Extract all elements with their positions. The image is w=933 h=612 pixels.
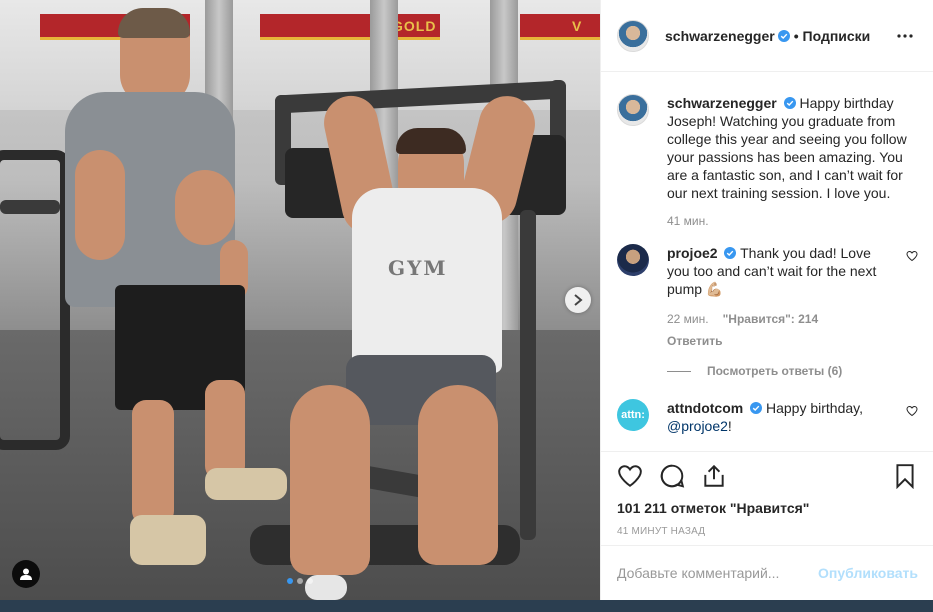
- following-button[interactable]: • Подписки: [794, 28, 871, 44]
- comment-like-heart-icon[interactable]: [906, 250, 918, 262]
- author-username[interactable]: schwarzenegger: [665, 28, 775, 44]
- verified-badge-icon: [783, 97, 796, 109]
- photo-man-arm-left: [75, 150, 125, 260]
- comments-list[interactable]: schwarzenegger Happy birthday Joseph! Wa…: [601, 73, 933, 451]
- post-timestamp[interactable]: 41 минут назад: [617, 526, 918, 537]
- comment-avatar[interactable]: [617, 244, 649, 276]
- post-actions: 101 211 отметок "Нравится" 41 минут наза…: [601, 451, 933, 537]
- photo-banner-text-2: V: [572, 18, 583, 34]
- comment-username[interactable]: projoe2: [667, 245, 718, 261]
- more-options-button[interactable]: [893, 24, 917, 48]
- photo-youth-hair: [396, 128, 466, 154]
- view-replies-label: Посмотреть ответы (6): [707, 364, 843, 378]
- author-avatar[interactable]: [617, 19, 649, 52]
- photo-banner-text: GOLD: [392, 18, 437, 34]
- photo-banner-right: [520, 14, 600, 40]
- action-icons-row: [617, 462, 918, 490]
- comment-meta: 22 мин. "Нравится": 214 Ответить: [667, 310, 896, 350]
- caption-username[interactable]: schwarzenegger: [667, 95, 777, 111]
- verified-badge-icon: [777, 29, 790, 42]
- caption-comment: schwarzenegger Happy birthday Joseph! Wa…: [617, 94, 918, 230]
- comment-text: Happy birthday,: [766, 400, 864, 416]
- photo-shirt-text: GYM: [388, 256, 448, 280]
- comment-item: projoe2 Thank you dad! Love you too and …: [617, 244, 918, 350]
- comment-time[interactable]: 22 мин.: [667, 310, 709, 328]
- comment-input[interactable]: [617, 565, 819, 581]
- user-icon: [20, 568, 32, 580]
- comment-avatar[interactable]: attn:: [617, 399, 649, 431]
- photo-youth-shirt: [352, 188, 502, 373]
- caption-body: schwarzenegger Happy birthday Joseph! Wa…: [667, 94, 918, 230]
- carousel-indicator: [287, 578, 313, 584]
- view-replies-line: [667, 370, 691, 372]
- photo-machine-post: [520, 210, 536, 540]
- view-replies-button[interactable]: Посмотреть ответы (6): [667, 364, 918, 378]
- carousel-next-button[interactable]: [565, 287, 591, 313]
- photo-man-hair: [118, 8, 190, 38]
- bookmark-icon[interactable]: [892, 463, 918, 489]
- post-comment-button[interactable]: Опубликовать: [818, 565, 918, 581]
- photo-youth-leg-left: [290, 385, 370, 575]
- comment-bubble-icon[interactable]: [659, 463, 685, 489]
- carousel-dot: [297, 578, 303, 584]
- caption-avatar[interactable]: [617, 94, 649, 126]
- post-photo[interactable]: GOLD V GYM: [0, 0, 600, 600]
- add-comment-bar: Опубликовать: [601, 545, 933, 600]
- caption-time[interactable]: 41 мин.: [667, 212, 918, 230]
- photo-youth-leg-right: [418, 385, 498, 565]
- comment-reply-button[interactable]: Ответить: [667, 332, 896, 350]
- share-icon[interactable]: [701, 463, 727, 489]
- photo-man-hand: [175, 170, 235, 245]
- verified-badge-icon: [750, 402, 763, 414]
- post-side-panel: schwarzenegger • Подписки schwarzenegger: [600, 0, 933, 600]
- comment-like-heart-icon[interactable]: [906, 405, 918, 417]
- photo-man-leg-right: [205, 380, 245, 480]
- carousel-dot-active: [287, 578, 293, 584]
- tagged-users-button[interactable]: [12, 560, 40, 588]
- window-bottom-strip: [0, 600, 933, 612]
- likes-count[interactable]: 101 211 отметок "Нравится": [617, 500, 918, 516]
- photo-man-shoe-left: [130, 515, 206, 565]
- more-dots-icon: [897, 33, 913, 38]
- author-meta: schwarzenegger • Подписки: [665, 28, 893, 44]
- photo-machine-bar: [0, 200, 60, 214]
- like-heart-icon[interactable]: [617, 463, 643, 489]
- comment-likes[interactable]: "Нравится": 214: [723, 310, 819, 328]
- chevron-right-icon: [574, 294, 583, 306]
- verified-badge-icon: [724, 247, 737, 259]
- photo-man-leg-left: [132, 400, 174, 525]
- comment-body: projoe2 Thank you dad! Love you too and …: [667, 244, 918, 350]
- photo-man-shoe-right: [205, 468, 287, 500]
- comment-text-end: !: [727, 418, 732, 434]
- comment-username[interactable]: attndotcom: [667, 400, 743, 416]
- comment-item: attn: attndotcom Happy birthday, @projoe…: [617, 399, 918, 435]
- comment-body: attndotcom Happy birthday, @projoe2!: [667, 399, 918, 435]
- carousel-dot: [307, 578, 313, 584]
- comment-mention-link[interactable]: @projoe2: [667, 418, 728, 434]
- photo-machine-left: [0, 150, 70, 450]
- post-header: schwarzenegger • Подписки: [601, 0, 933, 72]
